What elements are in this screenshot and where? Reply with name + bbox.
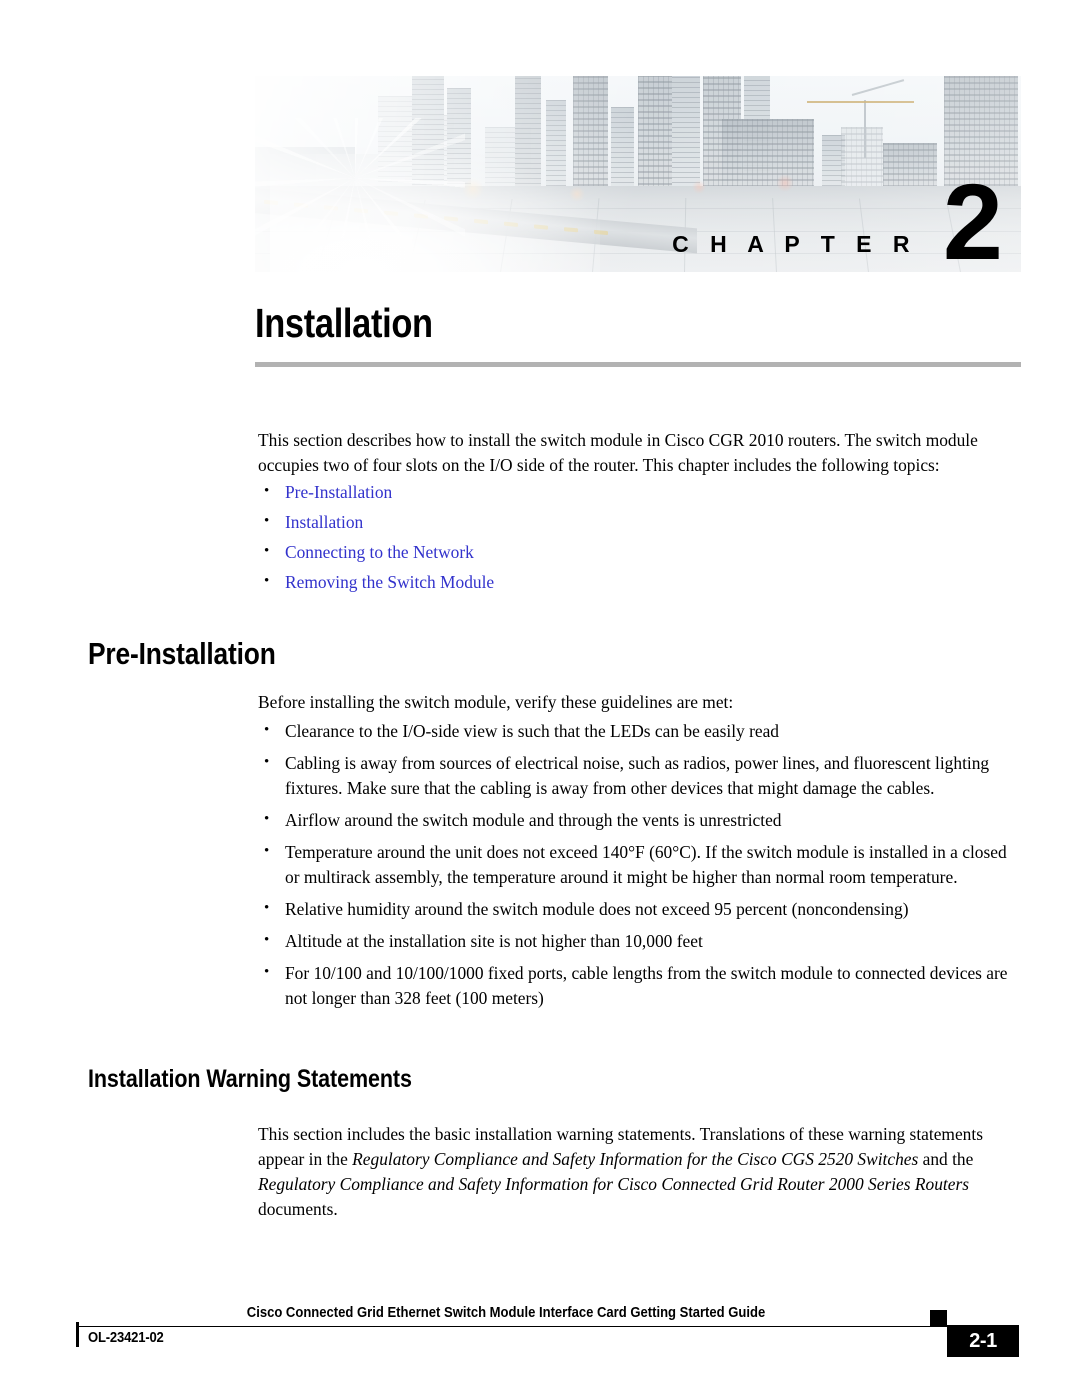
building-far-1 xyxy=(377,95,416,186)
building-left-mid xyxy=(316,154,378,186)
intro-paragraph: This section describes how to install th… xyxy=(258,430,978,475)
list-item: Airflow around the switch module and thr… xyxy=(258,807,1020,833)
footer-document-title: Cisco Connected Grid Ethernet Switch Mod… xyxy=(246,1305,766,1321)
building-right-block xyxy=(883,142,937,186)
building-under-construction xyxy=(840,126,884,186)
crane-jib-icon xyxy=(806,101,914,104)
list-item: Clearance to the I/O-side view is such t… xyxy=(258,718,1020,744)
building-tower-6 xyxy=(611,107,635,186)
section-heading-installation-warning-statements: Installation Warning Statements xyxy=(88,1065,412,1093)
link-pre-installation[interactable]: Pre-Installation xyxy=(285,482,392,502)
chapter-banner-image: C H A P T E R 2 xyxy=(255,76,1021,272)
page-title: Installation xyxy=(255,300,433,346)
footer-left-tick xyxy=(76,1322,79,1347)
warning-statements-paragraph: This section includes the basic installa… xyxy=(258,1122,1020,1222)
pre-installation-guidelines-list: Clearance to the I/O-side view is such t… xyxy=(258,718,1020,1018)
warning-doc-title-1: Regulatory Compliance and Safety Informa… xyxy=(352,1149,919,1169)
warning-doc-title-2: Regulatory Compliance and Safety Informa… xyxy=(258,1174,969,1194)
list-item: Temperature around the unit does not exc… xyxy=(258,839,1020,890)
pre-installation-lead: Before installing the switch module, ver… xyxy=(258,692,734,712)
building-tower-2 xyxy=(446,87,471,186)
building-tower-7 xyxy=(638,76,672,186)
page-number-badge: 2-1 xyxy=(947,1325,1019,1357)
list-item: Cabling is away from sources of electric… xyxy=(258,750,1020,801)
link-connecting-to-the-network[interactable]: Connecting to the Network xyxy=(285,542,474,562)
list-item[interactable]: Pre-Installation xyxy=(258,479,1020,505)
link-removing-the-switch-module[interactable]: Removing the Switch Module xyxy=(285,572,494,592)
list-item: Relative humidity around the switch modu… xyxy=(258,896,1020,922)
link-installation[interactable]: Installation xyxy=(285,512,363,532)
title-divider xyxy=(255,362,1021,367)
chapter-number-label: 2 xyxy=(942,161,1003,273)
warning-text-part2: and the xyxy=(918,1149,974,1169)
building-block-11 xyxy=(722,119,815,186)
building-tower-8 xyxy=(672,76,701,186)
footer-document-id: OL-23421-02 xyxy=(88,1330,164,1346)
building-tower-1 xyxy=(412,76,445,186)
building-tower-5 xyxy=(572,76,609,186)
section-heading-pre-installation: Pre-Installation xyxy=(88,636,276,671)
crane-mast-icon xyxy=(863,99,866,159)
building-tower-4 xyxy=(546,99,566,186)
building-tower-3 xyxy=(515,76,542,186)
list-item[interactable]: Installation xyxy=(258,509,1020,535)
list-item[interactable]: Connecting to the Network xyxy=(258,539,1020,565)
footer-square-marker xyxy=(930,1310,947,1326)
warning-text-part3: documents. xyxy=(258,1199,338,1219)
footer-divider xyxy=(76,1326,1010,1327)
chapter-word-label: C H A P T E R xyxy=(672,231,917,257)
topics-link-list: Pre-Installation Installation Connecting… xyxy=(258,479,1020,600)
list-item: For 10/100 and 10/100/1000 fixed ports, … xyxy=(258,960,1020,1011)
list-item: Altitude at the installation site is not… xyxy=(258,928,1020,954)
list-item[interactable]: Removing the Switch Module xyxy=(258,569,1020,595)
